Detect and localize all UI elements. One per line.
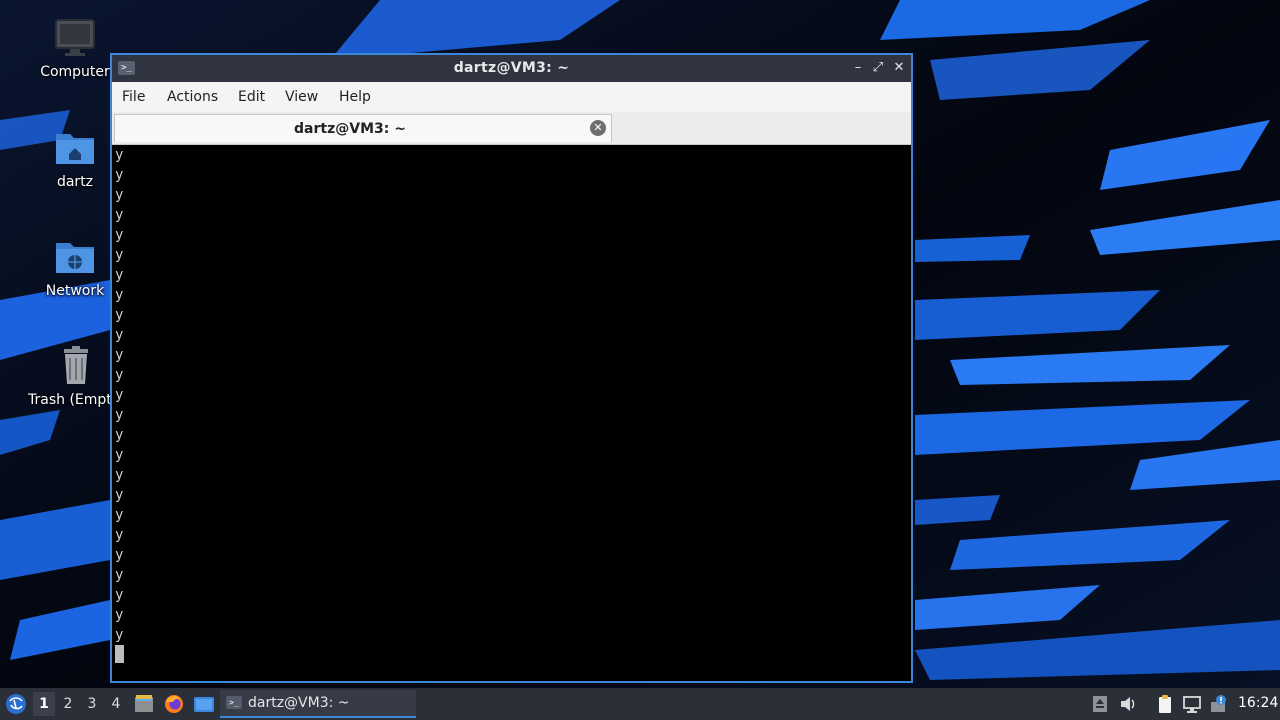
- terminal-line: y: [115, 567, 124, 583]
- terminal-line: y: [115, 267, 124, 283]
- terminal-line: y: [115, 287, 124, 303]
- window-titlebar[interactable]: >_ dartz@VM3: ~ – ⤢ ✕: [112, 55, 911, 82]
- trash-icon: [64, 346, 88, 384]
- update-notifier-icon[interactable]: [1208, 694, 1228, 714]
- firefox-icon[interactable]: [163, 693, 185, 715]
- network-icon[interactable]: [1182, 694, 1202, 714]
- terminal-line: y: [115, 507, 124, 523]
- tab-terminal[interactable]: dartz@VM3: ~ ✕: [114, 114, 612, 142]
- file-manager-icon[interactable]: [133, 693, 155, 715]
- workspace-3[interactable]: 3: [81, 692, 103, 716]
- terminal-line: y: [115, 407, 124, 423]
- menu-actions[interactable]: Actions: [167, 89, 218, 105]
- terminal-line: y: [115, 547, 124, 563]
- terminal-line: y: [115, 447, 124, 463]
- start-menu-icon[interactable]: [4, 692, 28, 716]
- terminal-line: y: [115, 627, 124, 643]
- terminal-line: y: [115, 187, 124, 203]
- window-title: dartz@VM3: ~: [453, 60, 570, 76]
- close-button[interactable]: ✕: [890, 59, 908, 77]
- terminal-line: y: [115, 367, 124, 383]
- terminal-window[interactable]: >_ dartz@VM3: ~ – ⤢ ✕ File Actions Edit …: [110, 53, 913, 683]
- taskbar-task-terminal[interactable]: >_ dartz@VM3: ~: [220, 690, 416, 718]
- terminal-icon: >_: [226, 696, 242, 709]
- workspace-1[interactable]: 1: [33, 692, 55, 716]
- menu-bar: File Actions Edit View Help: [112, 82, 911, 112]
- terminal-line: y: [115, 347, 124, 363]
- taskbar: 1 2 3 4 >_ dartz@VM3: ~ 16:24: [0, 688, 1280, 720]
- clock: 16:24: [1238, 695, 1279, 711]
- terminal-line: y: [115, 327, 124, 343]
- volume-icon[interactable]: [1118, 694, 1138, 714]
- menu-view[interactable]: View: [285, 89, 318, 105]
- monitor-icon: [55, 19, 95, 56]
- terminal-line: y: [115, 147, 124, 163]
- minimize-button[interactable]: –: [849, 59, 867, 77]
- terminal-line: y: [115, 527, 124, 543]
- terminal-line: y: [115, 167, 124, 183]
- tab-close-icon[interactable]: ✕: [590, 120, 606, 136]
- terminal-line: y: [115, 587, 124, 603]
- terminal-line: y: [115, 207, 124, 223]
- terminal-line: y: [115, 487, 124, 503]
- terminal-cursor: [115, 645, 124, 663]
- tab-bar: dartz@VM3: ~ ✕: [112, 112, 911, 145]
- menu-edit[interactable]: Edit: [238, 89, 265, 105]
- desktop-icon-trash[interactable]: Trash (Empty): [20, 346, 110, 408]
- menu-file[interactable]: File: [122, 89, 145, 105]
- terminal-line: y: [115, 307, 124, 323]
- terminal-line: y: [115, 387, 124, 403]
- terminal-line: y: [115, 427, 124, 443]
- terminal-line: y: [115, 607, 124, 623]
- terminal-line: y: [115, 227, 124, 243]
- desktop-icon-label: Trash (Empty): [28, 392, 110, 408]
- terminal-line: y: [115, 247, 124, 263]
- task-label: dartz@VM3: ~: [248, 695, 350, 711]
- tab-title: dartz@VM3: ~: [294, 121, 406, 137]
- eject-icon[interactable]: [1090, 694, 1110, 714]
- clipboard-icon[interactable]: [1155, 694, 1175, 714]
- home-folder-icon: [56, 134, 94, 164]
- terminal-line: y: [115, 467, 124, 483]
- network-folder-icon: [56, 243, 94, 273]
- desktop-icon[interactable]: [193, 693, 215, 715]
- workspace-4[interactable]: 4: [105, 692, 127, 716]
- maximize-button[interactable]: ⤢: [869, 59, 887, 77]
- workspace-2[interactable]: 2: [57, 692, 79, 716]
- menu-help[interactable]: Help: [339, 89, 371, 105]
- terminal-output[interactable]: yyyyyyyyyyyyyyyyyyyyyyyyy: [112, 145, 911, 681]
